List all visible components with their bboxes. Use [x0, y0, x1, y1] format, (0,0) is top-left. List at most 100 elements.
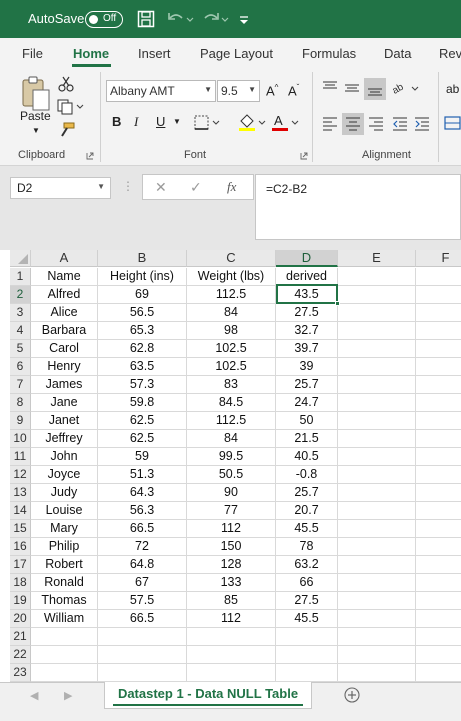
select-all-corner[interactable] [10, 250, 31, 267]
cell-d13[interactable]: 25.7 [276, 484, 338, 502]
cell-f3[interactable] [416, 304, 461, 322]
cell-b2[interactable]: 69 [98, 286, 187, 304]
cell-d21[interactable] [276, 628, 338, 646]
cell-b3[interactable]: 56.5 [98, 304, 187, 322]
cell-a6[interactable]: Henry [31, 358, 98, 376]
cell-f5[interactable] [416, 340, 461, 358]
cell-c20[interactable]: 112 [187, 610, 276, 628]
row-header-10[interactable]: 10 [10, 430, 31, 448]
cell-b14[interactable]: 56.3 [98, 502, 187, 520]
row-header-7[interactable]: 7 [10, 376, 31, 394]
cell-c7[interactable]: 83 [187, 376, 276, 394]
cell-c14[interactable]: 77 [187, 502, 276, 520]
increase-indent-icon[interactable] [414, 116, 430, 132]
cell-a12[interactable]: Joyce [31, 466, 98, 484]
underline-button[interactable]: U [156, 114, 165, 129]
cell-b20[interactable]: 66.5 [98, 610, 187, 628]
cell-b19[interactable]: 57.5 [98, 592, 187, 610]
row-header-12[interactable]: 12 [10, 466, 31, 484]
cell-c9[interactable]: 112.5 [187, 412, 276, 430]
cell-e9[interactable] [338, 412, 416, 430]
cell-c16[interactable]: 150 [187, 538, 276, 556]
cell-b11[interactable]: 59 [98, 448, 187, 466]
column-header-b[interactable]: B [98, 250, 187, 267]
cell-a4[interactable]: Barbara [31, 322, 98, 340]
cell-d23[interactable] [276, 664, 338, 682]
cell-b23[interactable] [98, 664, 187, 682]
cell-e22[interactable] [338, 646, 416, 664]
cell-e17[interactable] [338, 556, 416, 574]
row-header-21[interactable]: 21 [10, 628, 31, 646]
formula-input[interactable]: =C2-B2 [255, 174, 461, 240]
cell-a22[interactable] [31, 646, 98, 664]
cell-a9[interactable]: Janet [31, 412, 98, 430]
cell-b22[interactable] [98, 646, 187, 664]
cell-f19[interactable] [416, 592, 461, 610]
cell-c3[interactable]: 84 [187, 304, 276, 322]
enter-icon[interactable]: ✓ [190, 179, 202, 196]
tab-insert[interactable]: Insert [138, 46, 171, 61]
cell-a16[interactable]: Philip [31, 538, 98, 556]
cell-a3[interactable]: Alice [31, 304, 98, 322]
cell-a15[interactable]: Mary [31, 520, 98, 538]
cell-c12[interactable]: 50.5 [187, 466, 276, 484]
cell-e13[interactable] [338, 484, 416, 502]
cell-b9[interactable]: 62.5 [98, 412, 187, 430]
cell-b4[interactable]: 65.3 [98, 322, 187, 340]
cell-b8[interactable]: 59.8 [98, 394, 187, 412]
cell-c23[interactable] [187, 664, 276, 682]
row-header-6[interactable]: 6 [10, 358, 31, 376]
cell-b17[interactable]: 64.8 [98, 556, 187, 574]
fill-color-icon[interactable] [237, 112, 267, 132]
row-header-22[interactable]: 22 [10, 646, 31, 664]
cell-c10[interactable]: 84 [187, 430, 276, 448]
cell-e21[interactable] [338, 628, 416, 646]
cell-a23[interactable] [31, 664, 98, 682]
cell-d20[interactable]: 45.5 [276, 610, 338, 628]
tab-review[interactable]: Rev [439, 46, 461, 61]
cell-b7[interactable]: 57.3 [98, 376, 187, 394]
column-header-a[interactable]: A [31, 250, 98, 267]
bold-button[interactable]: B [112, 114, 121, 129]
cell-e16[interactable] [338, 538, 416, 556]
row-header-13[interactable]: 13 [10, 484, 31, 502]
cell-d3[interactable]: 27.5 [276, 304, 338, 322]
cell-d15[interactable]: 45.5 [276, 520, 338, 538]
cell-f16[interactable] [416, 538, 461, 556]
cell-d17[interactable]: 63.2 [276, 556, 338, 574]
cell-e1[interactable] [338, 268, 416, 286]
cell-a10[interactable]: Jeffrey [31, 430, 98, 448]
font-color-icon[interactable]: A [270, 112, 300, 132]
cell-a18[interactable]: Ronald [31, 574, 98, 592]
decrease-indent-icon[interactable] [392, 116, 408, 132]
add-sheet-icon[interactable] [344, 687, 360, 703]
cell-f13[interactable] [416, 484, 461, 502]
scroll-right-icon[interactable]: ▶ [64, 689, 72, 702]
cell-d12[interactable]: -0.8 [276, 466, 338, 484]
cell-c4[interactable]: 98 [187, 322, 276, 340]
cell-a20[interactable]: William [31, 610, 98, 628]
fill-handle[interactable] [335, 301, 340, 306]
autosave-toggle[interactable]: Off [85, 11, 123, 28]
cell-e18[interactable] [338, 574, 416, 592]
cell-f21[interactable] [416, 628, 461, 646]
cell-e19[interactable] [338, 592, 416, 610]
font-launcher-icon[interactable] [300, 152, 308, 160]
orientation-icon[interactable]: ab [391, 79, 421, 97]
italic-button[interactable]: I [134, 114, 138, 130]
row-header-9[interactable]: 9 [10, 412, 31, 430]
row-header-2[interactable]: 2 [10, 286, 31, 304]
cell-a1[interactable]: Name [31, 268, 98, 286]
align-right-icon[interactable] [368, 116, 384, 132]
cell-e8[interactable] [338, 394, 416, 412]
cell-c1[interactable]: Weight (lbs) [187, 268, 276, 286]
align-bottom-button[interactable] [364, 78, 386, 100]
cell-f8[interactable] [416, 394, 461, 412]
cell-e12[interactable] [338, 466, 416, 484]
name-box[interactable]: D2 ▼ [10, 177, 111, 199]
borders-icon[interactable] [194, 115, 222, 131]
row-header-3[interactable]: 3 [10, 304, 31, 322]
cell-b13[interactable]: 64.3 [98, 484, 187, 502]
wrap-text-icon[interactable]: ab [446, 82, 459, 96]
undo-icon[interactable] [166, 9, 196, 29]
